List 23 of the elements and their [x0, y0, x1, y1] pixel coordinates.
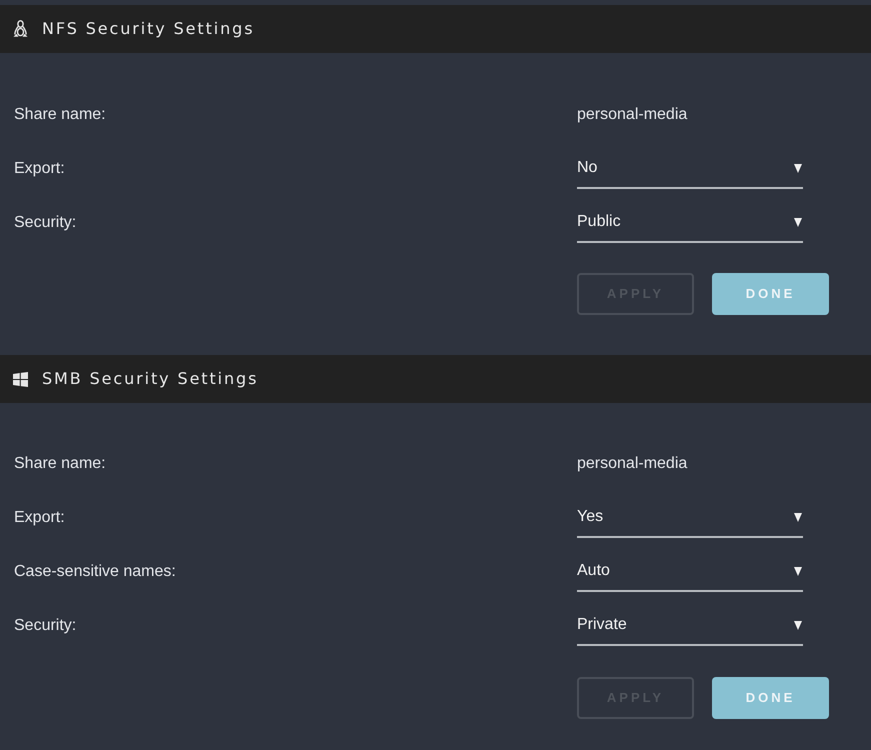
dropdown[interactable]: Auto — [577, 554, 803, 592]
field-label: Case-sensitive names: — [14, 562, 177, 582]
dropdown[interactable]: Private — [577, 608, 803, 646]
dropdown[interactable]: Yes — [577, 500, 803, 538]
caret-icon — [794, 164, 802, 172]
dropdown[interactable]: Public — [577, 205, 803, 243]
caret-icon — [794, 512, 802, 522]
field-value: personal-media — [577, 105, 688, 125]
section-title: SMB Security Settings — [42, 368, 258, 390]
field-label: Export: — [14, 508, 66, 528]
penguin-icon — [13, 20, 28, 38]
section-title: NFS Security Settings — [42, 18, 254, 40]
field-label: Security: — [14, 213, 78, 233]
caret-icon — [794, 218, 802, 226]
four-squares-icon — [13, 372, 28, 386]
field-label: Export: — [14, 159, 66, 179]
field-label: Security: — [14, 616, 78, 636]
dropdown[interactable]: No — [577, 151, 803, 189]
field-label: Share name: — [14, 105, 107, 125]
caret-icon — [794, 566, 802, 576]
caret-icon — [794, 620, 802, 630]
field-value: personal-media — [577, 454, 688, 474]
field-label: Share name: — [14, 454, 107, 474]
